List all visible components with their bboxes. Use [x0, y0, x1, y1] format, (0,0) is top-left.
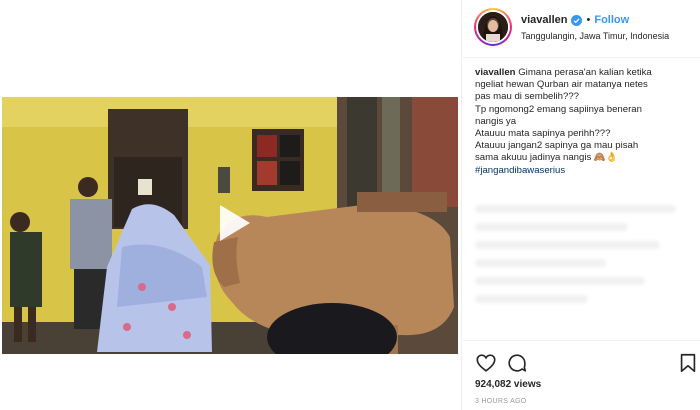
caption-line: Atauuu jangan2 sapinya ga mau pisah [475, 140, 639, 152]
bookmark-icon[interactable] [677, 352, 699, 374]
media-area [0, 0, 462, 410]
instagram-post: viavallen • Follow Tanggulangin, Jawa Ti… [0, 0, 700, 410]
caption-line: nangis ya [475, 115, 517, 127]
separator-dot: • [586, 14, 591, 26]
play-icon[interactable] [206, 197, 258, 249]
caption-line: Atauuu mata sapinya perihh??? [475, 128, 611, 140]
caption-username[interactable]: viavallen [475, 67, 516, 78]
post-caption: viavallen Gimana perasa'an kalian ketika… [475, 67, 693, 177]
avatar[interactable] [474, 8, 512, 46]
caption-line: Gimana perasa'an kalian ketika [518, 67, 652, 78]
view-count[interactable]: 924,082 views [475, 379, 541, 390]
heart-icon[interactable] [475, 352, 497, 374]
video-player[interactable] [2, 97, 458, 354]
post-header: viavallen • Follow Tanggulangin, Jawa Ti… [463, 0, 700, 58]
avatar-image [478, 12, 508, 42]
location-link[interactable]: Tanggulangin, Jawa Timur, Indonesia [521, 31, 669, 41]
comment-icon[interactable] [506, 352, 528, 374]
caption-line: ngeliat hewan Qurban air matanya netes [475, 79, 648, 91]
blurred-comments [475, 205, 693, 335]
caption-hashtag[interactable]: #jangandibawaserius [475, 165, 693, 177]
username-link[interactable]: viavallen [521, 14, 567, 26]
post-sidebar: viavallen • Follow Tanggulangin, Jawa Ti… [463, 0, 700, 410]
caption-line: sama akuuu jadinya nangis 🙈👌 [475, 152, 618, 164]
caption-line: pas mau di sembelih??? [475, 91, 579, 103]
caption-line: Tp ngomong2 emang sapiinya beneran [475, 103, 642, 115]
user-line: viavallen • Follow [521, 14, 629, 26]
follow-button[interactable]: Follow [594, 14, 629, 26]
post-timestamp[interactable]: 3 HOURS AGO [475, 398, 527, 405]
post-actions: 924,082 views 3 HOURS AGO [463, 340, 700, 410]
verified-badge-icon [571, 14, 583, 26]
